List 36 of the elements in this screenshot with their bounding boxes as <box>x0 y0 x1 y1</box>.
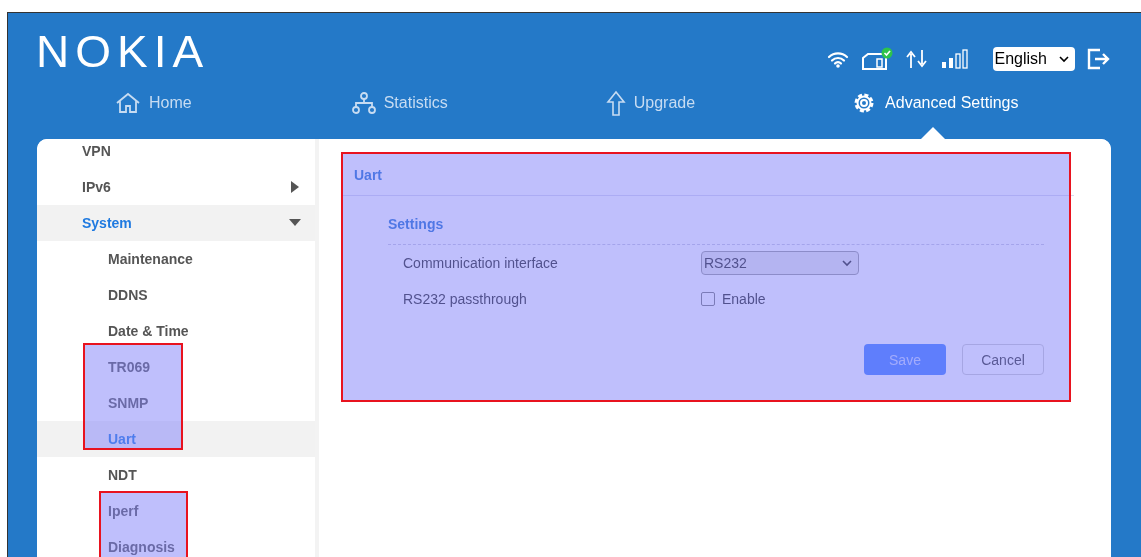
sidebar-subitem[interactable]: SNMP <box>37 385 315 421</box>
sidebar-subitem[interactable]: DDNS <box>37 277 315 313</box>
sidebar-subitem[interactable]: NDT <box>37 457 315 493</box>
sidebar-item[interactable]: IPv6 <box>37 169 315 205</box>
checkbox-label: Enable <box>722 291 766 307</box>
sidebar-subitem[interactable]: Date & Time <box>37 313 315 349</box>
sidebar-item[interactable]: System <box>37 205 315 241</box>
nav-tab[interactable]: Advanced Settings <box>851 83 1019 123</box>
up-arrow-icon <box>605 90 626 116</box>
logout-icon[interactable] <box>1087 48 1111 70</box>
home-icon <box>115 92 141 114</box>
logo: NOKIA <box>36 30 210 74</box>
checkbox[interactable] <box>701 292 715 306</box>
sidebar-subitem[interactable]: TR069 <box>37 349 315 385</box>
cancel-button[interactable]: Cancel <box>962 344 1044 375</box>
nav-tab[interactable]: Home <box>115 83 192 123</box>
sidebar-subitem[interactable]: Iperf <box>37 493 315 529</box>
nav-tab[interactable]: Statistics <box>351 83 448 123</box>
language-select[interactable]: English <box>992 47 1075 71</box>
nav-tab[interactable]: Upgrade <box>605 83 696 123</box>
field-label: Communication interface <box>403 255 559 271</box>
chevron-down-icon <box>1059 55 1069 63</box>
wifi-icon <box>826 50 849 68</box>
sidebar-item[interactable]: VPN <box>37 139 315 169</box>
interface-select[interactable]: RS232 <box>701 251 859 275</box>
sidebar-subitem[interactable]: Uart <box>37 421 315 457</box>
sidebar-subitem[interactable]: Maintenance <box>37 241 315 277</box>
section-title: Settings <box>388 216 1044 245</box>
signal-bars-icon <box>940 49 971 69</box>
network-icon <box>351 91 376 115</box>
sidebar-subitem[interactable]: Diagnosis <box>37 529 315 557</box>
up-down-arrows-icon <box>904 49 929 69</box>
chevron-down-icon <box>842 259 852 267</box>
panel-title: Uart <box>341 152 1074 196</box>
sim-card-icon <box>860 47 893 71</box>
field-label: RS232 passthrough <box>403 291 528 307</box>
